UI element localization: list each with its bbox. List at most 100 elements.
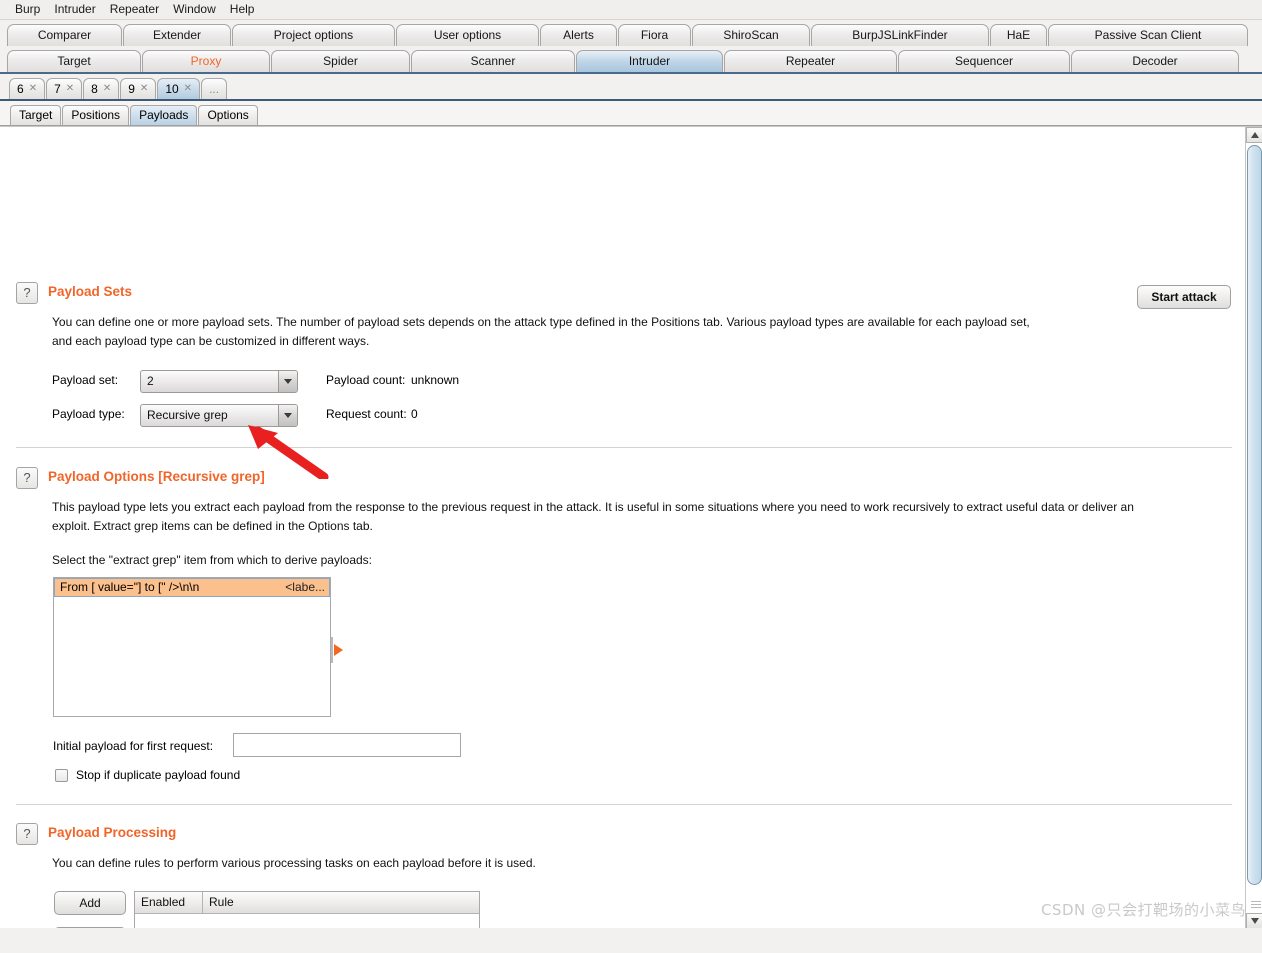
payload-type-value: Recursive grep bbox=[147, 408, 228, 422]
tab-sequencer[interactable]: Sequencer bbox=[898, 50, 1070, 72]
payload-set-label: Payload set: bbox=[52, 373, 119, 387]
payload-type-combo[interactable]: Recursive grep bbox=[140, 404, 298, 427]
payload-options-title: Payload Options [Recursive grep] bbox=[48, 469, 265, 484]
payload-sets-description-line1: You can define one or more payload sets.… bbox=[52, 315, 1030, 329]
csdn-watermark: CSDN @只会打靶场的小菜鸟 bbox=[1040, 901, 1246, 919]
stop-duplicate-label: Stop if duplicate payload found bbox=[76, 768, 241, 782]
initial-payload-input[interactable] bbox=[233, 733, 461, 757]
intruder-sub-tab-row: Target Positions Payloads Options bbox=[0, 101, 1262, 125]
payload-processing-rules-table[interactable]: Enabled Rule bbox=[134, 891, 480, 928]
attack-tab-7-label: 7 bbox=[54, 82, 61, 96]
tab-spider[interactable]: Spider bbox=[271, 50, 410, 72]
tab-target[interactable]: Target bbox=[7, 50, 141, 72]
stop-duplicate-checkbox[interactable] bbox=[55, 768, 68, 782]
chevron-down-icon[interactable] bbox=[278, 371, 297, 392]
marker-bar bbox=[331, 637, 333, 663]
help-icon[interactable]: ? bbox=[16, 823, 38, 845]
request-count-label: Request count: bbox=[326, 407, 407, 421]
tab-fiora[interactable]: Fiora bbox=[618, 24, 691, 46]
attack-tab-8-label: 8 bbox=[91, 82, 98, 96]
column-header-enabled[interactable]: Enabled bbox=[135, 892, 203, 914]
tab-burpjslinkfinder[interactable]: BurpJSLinkFinder bbox=[811, 24, 989, 46]
attack-tab-9[interactable]: 9 ✕ bbox=[120, 78, 157, 99]
main-tab-row-secondary: Comparer Extender Project options User o… bbox=[0, 20, 1262, 46]
tab-shiroscan[interactable]: ShiroScan bbox=[692, 24, 810, 46]
payloads-panel: Start attack ? Payload Sets You can defi… bbox=[0, 126, 1262, 928]
start-attack-button[interactable]: Start attack bbox=[1137, 285, 1231, 309]
payload-sets-header: ? Payload Sets bbox=[16, 282, 1142, 304]
close-icon[interactable]: ✕ bbox=[29, 84, 37, 94]
close-icon[interactable]: ✕ bbox=[140, 84, 148, 94]
burp-suite-window: Burp Intruder Repeater Window Help Compa… bbox=[0, 0, 1262, 953]
payload-type-label: Payload type: bbox=[52, 407, 125, 421]
menu-item-burp[interactable]: Burp bbox=[8, 1, 47, 19]
sub-tab-positions[interactable]: Positions bbox=[62, 105, 130, 125]
payload-options-description-line1: This payload type lets you extract each … bbox=[52, 500, 1134, 514]
request-count-value: 0 bbox=[411, 407, 418, 421]
tab-intruder[interactable]: Intruder bbox=[576, 50, 723, 72]
divider bbox=[16, 804, 1232, 805]
tab-decoder[interactable]: Decoder bbox=[1071, 50, 1239, 72]
menu-item-help[interactable]: Help bbox=[223, 1, 262, 19]
tab-user-options[interactable]: User options bbox=[396, 24, 539, 46]
edit-rule-button[interactable]: Edit bbox=[54, 927, 126, 928]
payload-sets-description: You can define one or more payload sets.… bbox=[52, 313, 1142, 351]
payload-set-combo[interactable]: 2 bbox=[140, 370, 298, 393]
extract-grep-listbox[interactable]: From [ value="] to [" />\n\n <labe... bbox=[53, 577, 331, 717]
payload-set-value: 2 bbox=[147, 374, 154, 388]
initial-payload-label: Initial payload for first request: bbox=[53, 739, 214, 753]
close-icon[interactable]: ✕ bbox=[103, 84, 111, 94]
menu-bar: Burp Intruder Repeater Window Help bbox=[0, 0, 1262, 20]
help-icon[interactable]: ? bbox=[16, 467, 38, 489]
resize-corner-icon[interactable] bbox=[1247, 897, 1261, 911]
panel-vertical-scrollbar[interactable] bbox=[1245, 127, 1262, 928]
table-header-row: Enabled Rule bbox=[135, 892, 479, 914]
extract-grep-select-label: Select the "extract grep" item from whic… bbox=[52, 553, 372, 567]
tab-scanner[interactable]: Scanner bbox=[411, 50, 575, 72]
attack-tab-7[interactable]: 7 ✕ bbox=[46, 78, 83, 99]
tab-proxy[interactable]: Proxy bbox=[142, 50, 270, 72]
payload-count-value: unknown bbox=[411, 373, 460, 387]
payload-count-label: Payload count: bbox=[326, 373, 406, 387]
list-item-label: From [ value="] to [" />\n\n bbox=[60, 579, 200, 594]
scrollbar-thumb[interactable] bbox=[1247, 145, 1262, 885]
tab-project-options[interactable]: Project options bbox=[232, 24, 395, 46]
tab-passive-scan-client[interactable]: Passive Scan Client bbox=[1048, 24, 1248, 46]
menu-item-intruder[interactable]: Intruder bbox=[47, 1, 102, 19]
payload-processing-title: Payload Processing bbox=[48, 825, 177, 840]
help-icon[interactable]: ? bbox=[16, 282, 38, 304]
triangle-right-icon bbox=[334, 644, 343, 656]
payload-options-section: ? Payload Options [Recursive grep] This … bbox=[16, 467, 1248, 570]
menu-item-window[interactable]: Window bbox=[166, 1, 223, 19]
tab-extender[interactable]: Extender bbox=[123, 24, 231, 46]
attack-tab-6[interactable]: 6 ✕ bbox=[9, 78, 46, 99]
tab-alerts[interactable]: Alerts bbox=[540, 24, 617, 46]
attack-tab-6-label: 6 bbox=[17, 82, 24, 96]
chevron-down-icon[interactable] bbox=[278, 405, 297, 426]
tab-comparer[interactable]: Comparer bbox=[7, 24, 122, 46]
sub-tab-payloads[interactable]: Payloads bbox=[130, 105, 198, 125]
payload-processing-description: You can define rules to perform various … bbox=[52, 856, 536, 870]
list-item[interactable]: From [ value="] to [" />\n\n <labe... bbox=[54, 578, 330, 597]
attack-tab-10-label: 10 bbox=[165, 82, 179, 96]
expand-marker-listbox[interactable] bbox=[331, 637, 343, 663]
stop-duplicate-checkbox-row[interactable]: Stop if duplicate payload found bbox=[55, 768, 240, 782]
list-item-trailing-label: <labe... bbox=[285, 579, 325, 594]
main-tab-row-primary: Target Proxy Spider Scanner Intruder Rep… bbox=[0, 46, 1262, 72]
payload-options-header: ? Payload Options [Recursive grep] bbox=[16, 467, 1248, 489]
divider bbox=[16, 447, 1232, 448]
attack-tab-more[interactable]: ... bbox=[201, 78, 228, 99]
sub-tab-target[interactable]: Target bbox=[10, 105, 62, 125]
add-rule-button[interactable]: Add bbox=[54, 891, 126, 915]
attack-tab-10[interactable]: 10 ✕ bbox=[157, 78, 201, 99]
sub-tab-options[interactable]: Options bbox=[198, 105, 258, 125]
scroll-up-button[interactable] bbox=[1246, 127, 1262, 143]
menu-item-repeater[interactable]: Repeater bbox=[103, 1, 166, 19]
tab-hae[interactable]: HaE bbox=[990, 24, 1047, 46]
close-icon[interactable]: ✕ bbox=[66, 84, 74, 94]
close-icon[interactable]: ✕ bbox=[184, 84, 192, 94]
tab-repeater[interactable]: Repeater bbox=[724, 50, 897, 72]
scroll-down-button[interactable] bbox=[1246, 913, 1262, 928]
column-header-rule[interactable]: Rule bbox=[203, 892, 479, 914]
attack-tab-8[interactable]: 8 ✕ bbox=[83, 78, 120, 99]
